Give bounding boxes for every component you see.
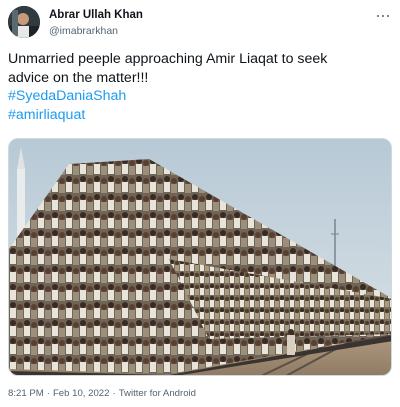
tweet-time[interactable]: 8:21 PM: [8, 388, 44, 399]
tweet-source[interactable]: Twitter for Android: [119, 388, 196, 399]
avatar[interactable]: [8, 6, 40, 38]
tweet-media-photo[interactable]: [8, 138, 392, 376]
author-display-name[interactable]: Abrar Ullah Khan: [49, 9, 143, 21]
more-horizontal-icon-dot: [386, 14, 390, 18]
crowded-train-photo: [9, 139, 391, 375]
meta-separator: ·: [112, 388, 116, 399]
hashtag-link[interactable]: #SyedaDaniaShah: [8, 87, 396, 106]
tweet-text-line: Unmarried peeple approaching Amir Liaqat…: [8, 51, 328, 67]
meta-separator: ·: [46, 388, 50, 399]
more-horizontal-icon-dot: [381, 14, 385, 18]
tweet-text: Unmarried peeple approaching Amir Liaqat…: [8, 50, 396, 124]
tweet-meta: 8:21 PM · Feb 10, 2022 · Twitter for Android: [8, 388, 196, 399]
more-options-button[interactable]: [374, 8, 392, 24]
more-horizontal-icon: [376, 14, 380, 18]
author-handle[interactable]: @imabrarkhan: [49, 25, 118, 37]
tweet-text-line: advice on the matter!!!: [8, 69, 149, 86]
tweet-card: Abrar Ullah Khan @imabrarkhan Unmarried …: [0, 0, 400, 407]
hashtag-link[interactable]: #amirliaquat: [8, 106, 396, 125]
tweet-date[interactable]: Feb 10, 2022: [53, 388, 110, 399]
